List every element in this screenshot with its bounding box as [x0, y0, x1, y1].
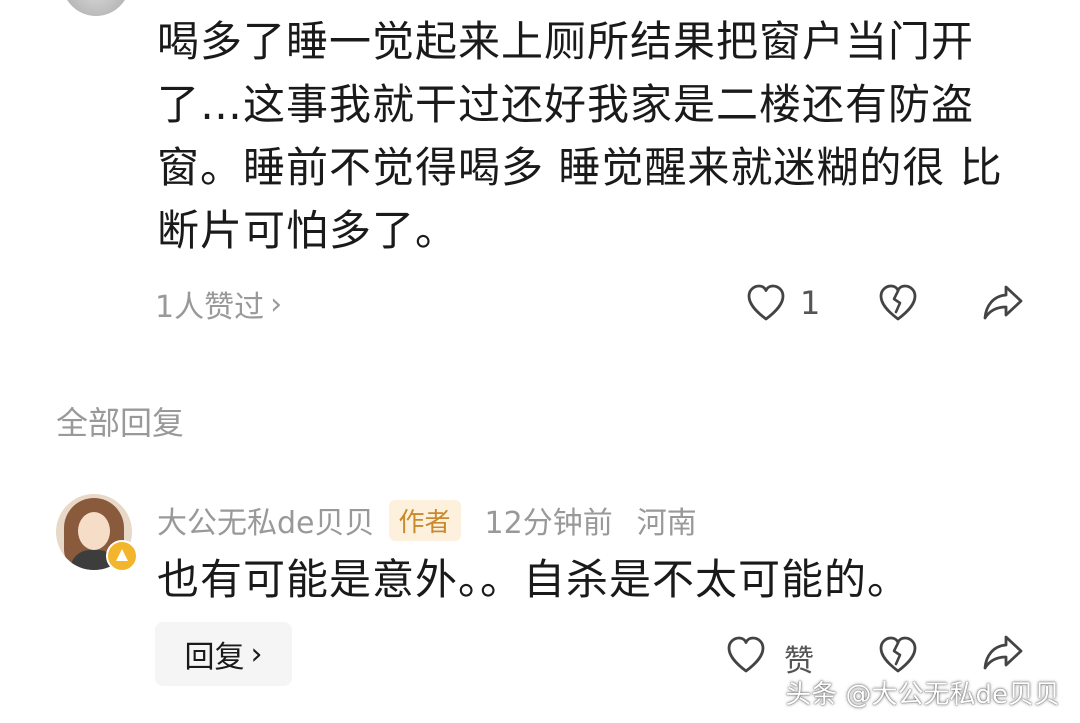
broken-heart-icon[interactable] — [878, 284, 918, 322]
all-replies-heading: 全部回复 — [56, 404, 185, 442]
share-icon[interactable] — [982, 284, 1024, 322]
reply-meta: 大公无私de贝贝 作者 12分钟前 河南 — [157, 498, 697, 542]
reply-timestamp: 12分钟前 — [484, 506, 613, 541]
author-tag-badge: 作者 — [388, 499, 461, 541]
like-count: 1 — [800, 284, 821, 322]
broken-heart-icon[interactable] — [878, 636, 918, 674]
heart-icon[interactable] — [746, 284, 786, 322]
reply-text: 也有可能是意外。。自杀是不太可能的。 — [157, 555, 911, 604]
comment-text: 喝多了睡一觉起来上厕所结果把窗户当门开了…这事我就干过还好我家是二楼还有防盗窗。… — [157, 17, 1003, 255]
watermark: 头条 @大公无私de贝贝 — [785, 680, 1060, 710]
share-icon[interactable] — [982, 634, 1024, 672]
chevron-right-icon: › — [250, 636, 263, 672]
liked-by-label: 1人赞过 — [155, 290, 265, 325]
comment-action-row: 1人赞过 › 1 — [0, 276, 1080, 332]
reply-button-label: 回复 — [184, 640, 245, 675]
commenter-avatar[interactable] — [62, 0, 130, 16]
heart-icon[interactable] — [726, 636, 766, 674]
reply-button[interactable]: 回复 › — [155, 622, 292, 686]
liked-by-link[interactable]: 1人赞过 › — [155, 282, 282, 326]
reply-author-name[interactable]: 大公无私de贝贝 — [157, 498, 375, 542]
level-badge-icon — [106, 540, 138, 572]
reply-location: 河南 — [636, 506, 697, 541]
chevron-right-icon: › — [270, 286, 283, 322]
